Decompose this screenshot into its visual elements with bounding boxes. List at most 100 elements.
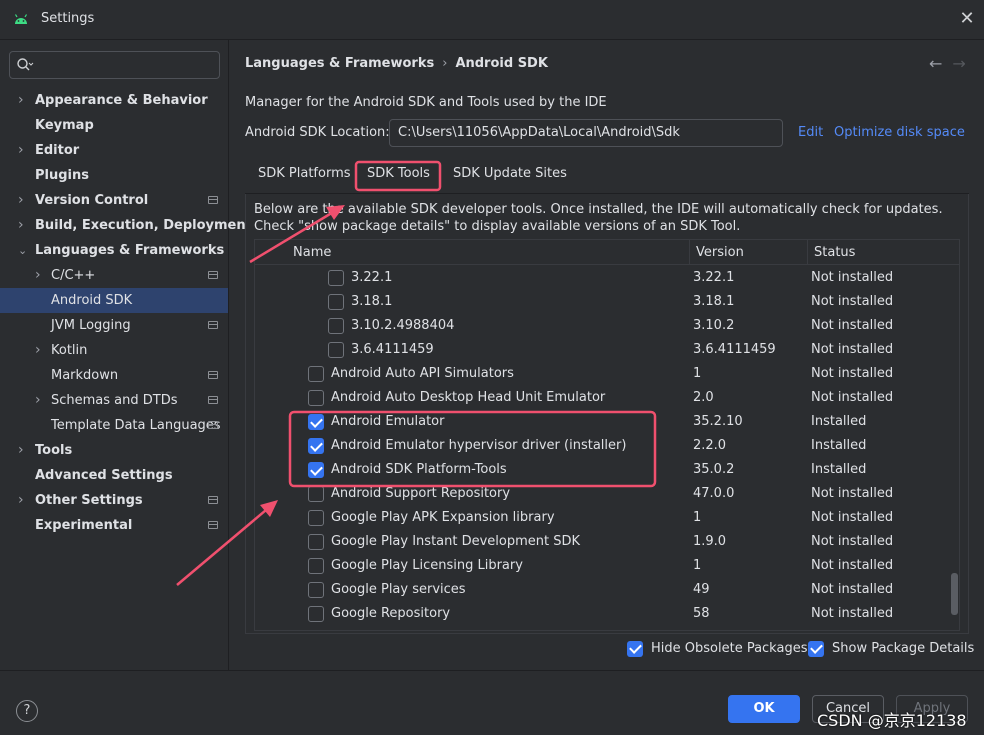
edit-link[interactable]: Edit — [798, 125, 823, 140]
table-row[interactable]: 3.18.1 3.18.1 Not installed — [255, 290, 959, 314]
package-status: Installed — [811, 438, 867, 453]
sidebar-item-languages-frameworks[interactable]: ⌄ Languages & Frameworks — [0, 238, 228, 263]
column-header-status[interactable]: Status — [807, 240, 959, 265]
sidebar-item-kotlin[interactable]: › Kotlin — [0, 338, 228, 363]
sidebar-item-appearance-behavior[interactable]: › Appearance & Behavior — [0, 88, 228, 113]
table-row[interactable]: Google Play services 49 Not installed — [255, 578, 959, 602]
chevron-right-icon[interactable]: › — [18, 488, 28, 513]
sdk-tools-note: Below are the available SDK developer to… — [254, 202, 943, 234]
chevron-right-icon[interactable]: › — [18, 188, 28, 213]
tab-sdk-tools[interactable]: SDK Tools — [367, 164, 430, 192]
package-status: Not installed — [811, 390, 894, 405]
table-row[interactable]: Google Repository 58 Not installed — [255, 602, 959, 626]
package-checkbox[interactable] — [328, 294, 344, 310]
package-status: Not installed — [811, 270, 894, 285]
search-icon — [17, 58, 34, 71]
chevron-right-icon[interactable]: › — [35, 388, 45, 413]
chevron-right-icon[interactable]: › — [18, 213, 28, 238]
package-version: 3.6.4111459 — [693, 342, 776, 357]
back-arrow-icon[interactable]: ← — [929, 54, 942, 73]
package-status: Not installed — [811, 318, 894, 333]
sidebar-item-android-sdk[interactable]: Android SDK — [0, 288, 228, 313]
package-name: Android SDK Platform-Tools — [331, 462, 507, 477]
package-checkbox[interactable] — [308, 582, 324, 598]
table-row[interactable]: Android Auto Desktop Head Unit Emulator 2… — [255, 386, 959, 410]
sidebar-item-keymap[interactable]: Keymap — [0, 113, 228, 138]
sidebar-item-editor[interactable]: › Editor — [0, 138, 228, 163]
table-row[interactable]: Google Play Licensing Library 1 Not instal… — [255, 554, 959, 578]
sdk-tools-table: Name Version Status 3.22.1 3.22.1 Not inst… — [254, 239, 960, 631]
breadcrumb-parent[interactable]: Languages & Frameworks — [245, 56, 434, 71]
chevron-right-icon[interactable]: › — [35, 263, 45, 288]
table-row[interactable]: 3.6.4111459 3.6.4111459 Not installed — [255, 338, 959, 362]
sidebar-item-other-settings[interactable]: › Other Settings — [0, 488, 228, 513]
table-row[interactable]: 3.10.2.4988404 3.10.2 Not installed — [255, 314, 959, 338]
sidebar-item-tools[interactable]: › Tools — [0, 438, 228, 463]
tab-sdk-platforms[interactable]: SDK Platforms — [258, 164, 351, 192]
table-row[interactable]: 3.22.1 3.22.1 Not installed — [255, 266, 959, 290]
package-name: 3.18.1 — [351, 294, 393, 309]
column-header-name[interactable]: Name — [287, 240, 331, 265]
column-header-version[interactable]: Version — [689, 240, 807, 265]
sidebar-item-jvm-logging[interactable]: JVM Logging — [0, 313, 228, 338]
package-checkbox[interactable] — [328, 318, 344, 334]
optimize-disk-space-link[interactable]: Optimize disk space — [834, 125, 965, 140]
sidebar-item-template-data-languages[interactable]: Template Data Languages — [0, 413, 228, 438]
sidebar-item-schemas-and-dtds[interactable]: › Schemas and DTDs — [0, 388, 228, 413]
package-checkbox[interactable] — [308, 438, 324, 454]
package-checkbox[interactable] — [328, 342, 344, 358]
table-row[interactable]: Android SDK Platform-Tools 35.0.2 Installe… — [255, 458, 959, 482]
sidebar-item-plugins[interactable]: Plugins — [0, 163, 228, 188]
project-scope-icon — [208, 371, 218, 379]
sidebar-item-experimental[interactable]: Experimental — [0, 513, 228, 538]
table-row[interactable]: Android Emulator hypervisor driver (inst… — [255, 434, 959, 458]
package-version: 2.0 — [693, 390, 714, 405]
table-row[interactable]: Google Play APK Expansion library 1 Not in… — [255, 506, 959, 530]
package-checkbox[interactable] — [328, 270, 344, 286]
package-checkbox[interactable] — [308, 390, 324, 406]
table-row[interactable]: Android Support Repository 47.0.0 Not inst… — [255, 482, 959, 506]
sidebar-item-label: Other Settings — [35, 493, 143, 508]
chevron-right-icon[interactable]: › — [35, 338, 45, 363]
sidebar-item-label: Experimental — [35, 518, 133, 533]
chevron-right-icon[interactable]: › — [18, 88, 28, 113]
sidebar-item-c-c[interactable]: › C/C++ — [0, 263, 228, 288]
chevron-down-icon[interactable]: ⌄ — [18, 238, 28, 263]
table-row[interactable]: Google Play Instant Development SDK 1.9.0… — [255, 530, 959, 554]
show-package-details-label: Show Package Details — [832, 641, 975, 656]
package-checkbox[interactable] — [308, 534, 324, 550]
breadcrumb-chevron-icon: › — [442, 56, 448, 71]
package-checkbox[interactable] — [308, 414, 324, 430]
package-checkbox[interactable] — [308, 606, 324, 622]
sidebar-item-advanced-settings[interactable]: Advanced Settings — [0, 463, 228, 488]
package-checkbox[interactable] — [308, 558, 324, 574]
package-status: Not installed — [811, 366, 894, 381]
ok-button[interactable]: OK — [728, 695, 800, 723]
tab-sdk-update-sites[interactable]: SDK Update Sites — [453, 164, 567, 192]
sdk-location-field[interactable]: C:\Users\11056\AppData\Local\Android\Sdk — [389, 119, 783, 147]
package-name: Google Play APK Expansion library — [331, 510, 555, 525]
package-name: Android Emulator hypervisor driver (inst… — [331, 438, 627, 453]
table-row[interactable]: Android Emulator 35.2.10 Installed — [255, 410, 959, 434]
sidebar-item-markdown[interactable]: Markdown — [0, 363, 228, 388]
help-icon[interactable]: ? — [16, 700, 38, 722]
package-checkbox[interactable] — [308, 486, 324, 502]
chevron-right-icon[interactable]: › — [18, 438, 28, 463]
search-input[interactable] — [9, 51, 220, 79]
chevron-right-icon[interactable]: › — [18, 138, 28, 163]
package-status: Not installed — [811, 606, 894, 621]
hide-obsolete-packages-label: Hide Obsolete Packages — [651, 641, 808, 656]
sidebar-item-build-execution-deployment[interactable]: › Build, Execution, Deployment — [0, 213, 252, 238]
table-scrollbar[interactable] — [951, 573, 958, 615]
package-checkbox[interactable] — [308, 366, 324, 382]
forward-arrow-icon[interactable]: → — [952, 54, 965, 73]
table-row[interactable]: Android Auto API Simulators 1 Not installe… — [255, 362, 959, 386]
package-name: 3.6.4111459 — [351, 342, 434, 357]
close-icon[interactable]: ✕ — [956, 8, 978, 30]
package-name: Google Play Instant Development SDK — [331, 534, 581, 549]
package-checkbox[interactable] — [308, 462, 324, 478]
package-name: Android Auto API Simulators — [331, 366, 514, 381]
package-checkbox[interactable] — [308, 510, 324, 526]
sidebar-item-version-control[interactable]: › Version Control — [0, 188, 228, 213]
sidebar-item-label: Plugins — [35, 168, 89, 183]
